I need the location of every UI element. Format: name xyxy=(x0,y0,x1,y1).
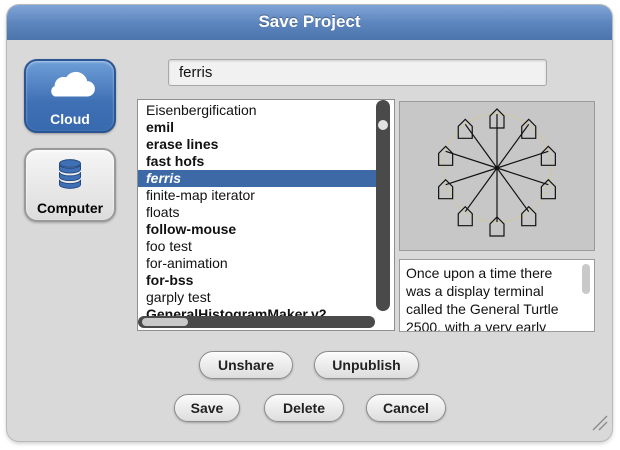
vertical-scroll-thumb[interactable] xyxy=(378,120,388,130)
list-item[interactable]: floats xyxy=(138,204,383,221)
unpublish-button[interactable]: Unpublish xyxy=(314,351,419,379)
dialog-title: Save Project xyxy=(7,5,612,40)
project-list-vertical-scrollbar[interactable] xyxy=(376,100,390,311)
project-name-input[interactable]: ferris xyxy=(168,59,547,86)
project-notes-text: Once upon a time there was a display ter… xyxy=(406,265,559,332)
save-button[interactable]: Save xyxy=(174,394,240,422)
cloud-icon xyxy=(51,71,95,97)
save-project-dialog: Save Project Cloud Computer ferris Eisen… xyxy=(7,5,612,441)
notes-scrollbar[interactable] xyxy=(582,264,590,294)
project-notes[interactable]: Once upon a time there was a display ter… xyxy=(399,259,595,332)
list-item[interactable]: for-bss xyxy=(138,272,383,289)
list-item[interactable]: for-animation xyxy=(138,255,383,272)
list-item[interactable]: garply test xyxy=(138,289,383,306)
unshare-button[interactable]: Unshare xyxy=(199,351,293,379)
list-item[interactable]: follow-mouse xyxy=(138,221,383,238)
cloud-source-label: Cloud xyxy=(50,111,90,127)
horizontal-scroll-thumb[interactable] xyxy=(142,318,188,326)
project-list-horizontal-scrollbar[interactable] xyxy=(138,316,375,328)
cloud-source-button[interactable]: Cloud xyxy=(24,59,116,133)
project-thumbnail xyxy=(399,101,595,251)
delete-button[interactable]: Delete xyxy=(264,394,344,422)
database-icon xyxy=(59,159,81,189)
list-item-selected[interactable]: ferris xyxy=(138,170,383,187)
project-list[interactable]: Eisenbergification emil erase lines fast ho… xyxy=(137,99,395,331)
ferris-wheel-thumbnail-image xyxy=(438,108,556,237)
cancel-button[interactable]: Cancel xyxy=(366,394,446,422)
computer-source-button[interactable]: Computer xyxy=(24,148,116,222)
list-item[interactable]: erase lines xyxy=(138,136,383,153)
computer-source-label: Computer xyxy=(36,200,104,216)
list-item[interactable]: Eisenbergification xyxy=(138,102,383,119)
list-item[interactable]: finite-map iterator xyxy=(138,187,383,204)
resize-grip-icon[interactable] xyxy=(590,413,608,431)
list-item[interactable]: foo test xyxy=(138,238,383,255)
list-item[interactable]: fast hofs xyxy=(138,153,383,170)
list-item[interactable]: emil xyxy=(138,119,383,136)
